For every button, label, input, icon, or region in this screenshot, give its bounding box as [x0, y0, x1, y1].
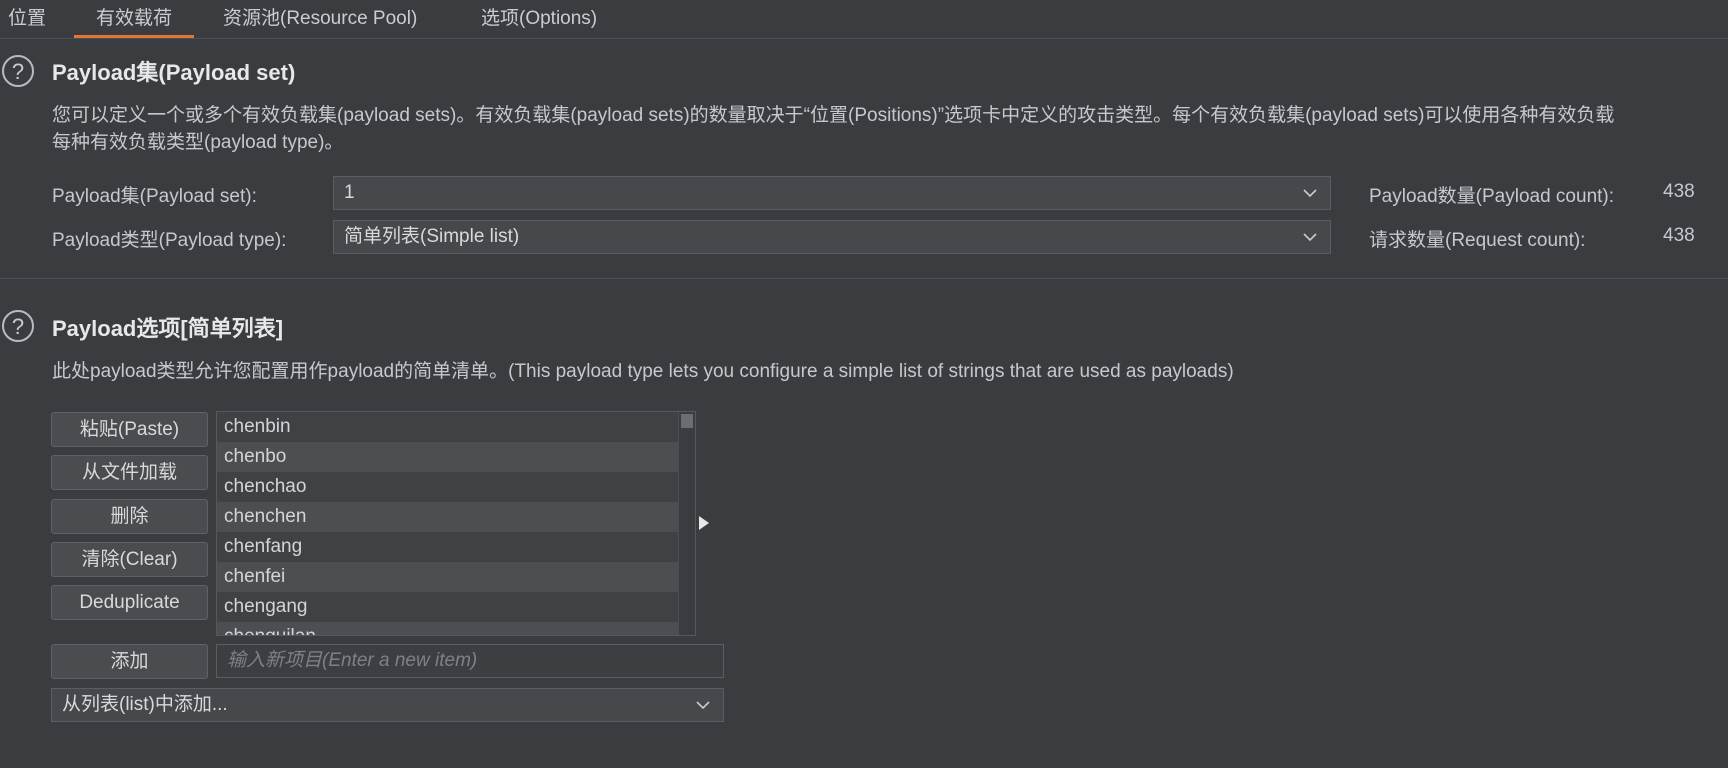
paste-button[interactable]: 粘贴(Paste) [51, 412, 208, 447]
section-divider [0, 278, 1728, 279]
chevron-down-icon [696, 701, 710, 710]
payload-options-title: Payload选项[简单列表] [52, 316, 284, 341]
list-item[interactable]: chengang [217, 592, 680, 622]
tab-payloads[interactable]: 有效载荷 [74, 0, 195, 38]
remove-button[interactable]: 删除 [51, 499, 208, 534]
tab-resource-pool[interactable]: 资源池(Resource Pool) [223, 0, 417, 38]
payload-type-label: Payload类型(Payload type): [52, 230, 287, 251]
tab-options[interactable]: 选项(Options) [481, 0, 597, 38]
request-count-label: 请求数量(Request count): [1369, 230, 1586, 251]
add-from-list-label: 从列表(list)中添加... [62, 694, 228, 715]
chevron-down-icon [1303, 189, 1317, 198]
payload-count-label: Payload数量(Payload count): [1369, 186, 1615, 207]
play-arrow-icon[interactable] [698, 515, 710, 531]
payload-set-value: 1 [344, 182, 355, 203]
add-from-list-select[interactable]: 从列表(list)中添加... [51, 688, 724, 722]
new-item-input[interactable] [217, 645, 723, 677]
payload-type-select[interactable]: 简单列表(Simple list) [333, 220, 1331, 254]
payload-sets-title: Payload集(Payload set) [52, 60, 296, 85]
deduplicate-button[interactable]: Deduplicate [51, 585, 208, 620]
payload-list[interactable]: chenbin chenbo chenchao chenchen chenfan… [216, 411, 696, 636]
question-mark-icon[interactable]: ? [2, 310, 34, 342]
payload-sets-description-2: 每种有效负载类型(payload type)。 [52, 132, 344, 153]
payload-set-select[interactable]: 1 [333, 176, 1331, 210]
chevron-down-icon [1303, 233, 1317, 242]
payload-set-label: Payload集(Payload set): [52, 186, 257, 207]
scrollbar-thumb[interactable] [681, 414, 693, 428]
list-item[interactable]: chenfei [217, 562, 680, 592]
clear-button[interactable]: 清除(Clear) [51, 542, 208, 577]
list-item[interactable]: chenbo [217, 442, 680, 472]
add-button[interactable]: 添加 [51, 644, 208, 679]
new-item-input-wrapper [216, 644, 724, 678]
list-item[interactable]: chenbin [217, 412, 680, 442]
question-mark-icon[interactable]: ? [2, 55, 34, 87]
tab-bar: 位置 有效载荷 资源池(Resource Pool) 选项(Options) [0, 0, 1728, 39]
payload-options-description: 此处payload类型允许您配置用作payload的简单清单。(This pay… [52, 361, 1234, 382]
payload-type-value: 简单列表(Simple list) [344, 226, 520, 247]
list-item[interactable]: chenfang [217, 532, 680, 562]
load-from-file-button[interactable]: 从文件加载 [51, 455, 208, 490]
list-item[interactable]: chenguilan [217, 622, 680, 635]
list-item[interactable]: chenchao [217, 472, 680, 502]
request-count-value: 438 [1663, 225, 1695, 246]
payload-sets-description: 您可以定义一个或多个有效负载集(payload sets)。有效负载集(payl… [52, 105, 1615, 126]
list-item[interactable]: chenchen [217, 502, 680, 532]
payload-count-value: 438 [1663, 181, 1695, 202]
list-scrollbar[interactable] [678, 412, 695, 635]
tab-positions[interactable]: 位置 [8, 0, 46, 38]
